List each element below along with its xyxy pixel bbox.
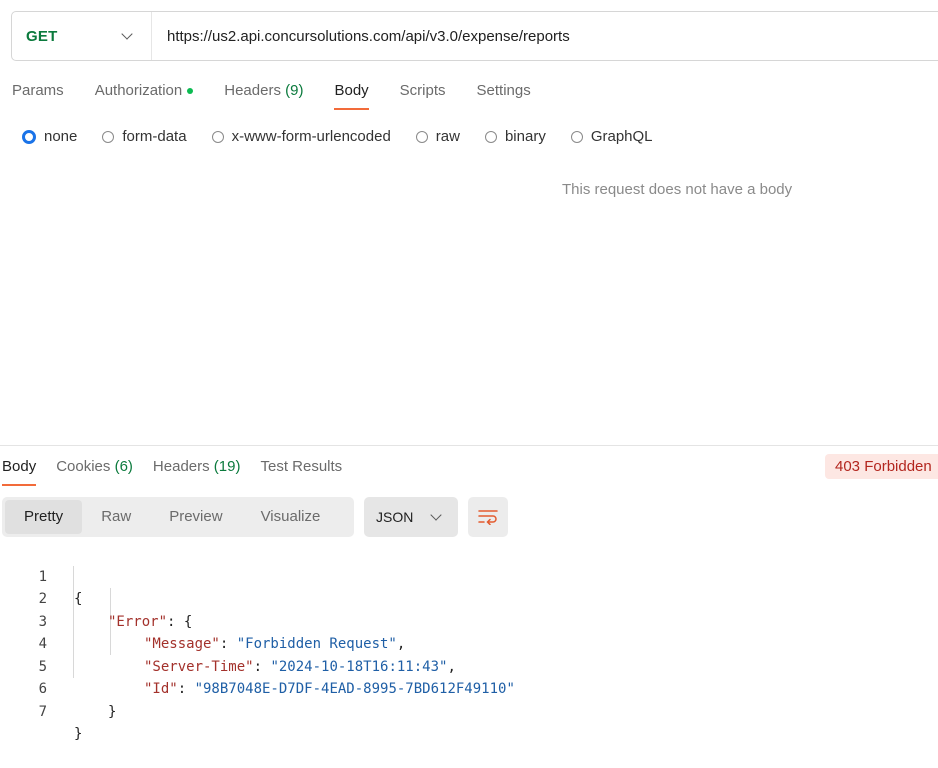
tab-body[interactable]: Body — [334, 82, 369, 110]
json-punct: : { — [167, 613, 193, 630]
code-line: 3 "Message": "Forbidden Request", — [0, 588, 406, 653]
json-punct: : — [219, 636, 237, 652]
option-label: raw — [435, 128, 460, 145]
tab-response-headers[interactable]: Headers (19) — [153, 458, 241, 485]
status-badge[interactable]: 403 Forbidden — [825, 454, 938, 479]
tab-count: (6) — [114, 458, 133, 475]
tab-settings[interactable]: Settings — [477, 82, 531, 109]
tab-label: Settings — [476, 82, 531, 99]
json-punct: , — [447, 658, 456, 675]
code-line: 2 "Error": { — [0, 566, 193, 630]
radio-icon[interactable] — [484, 130, 497, 143]
view-preview-button[interactable]: Preview — [150, 500, 241, 534]
method-select[interactable]: GET — [12, 12, 152, 60]
tab-params[interactable]: Params — [12, 82, 64, 109]
pane-divider[interactable] — [0, 445, 938, 446]
json-punct: : — [253, 658, 271, 675]
tab-label: Headers — [224, 82, 281, 99]
code-line: 4 "Server-Time": "2024-10-18T16:11:43", — [0, 611, 456, 675]
wrap-lines-icon — [478, 510, 498, 525]
url-input[interactable]: https://us2.api.concursolutions.com/api/… — [152, 28, 570, 45]
code-line: 6 } — [0, 656, 117, 720]
code-text: } — [74, 726, 83, 742]
body-type-urlencoded[interactable]: x-www-form-urlencoded — [211, 128, 391, 145]
body-type-options: none form-data x-www-form-urlencoded raw… — [22, 128, 678, 145]
tab-response-body[interactable]: Body — [2, 458, 37, 486]
option-label: x-www-form-urlencoded — [231, 128, 391, 145]
tab-label: Params — [12, 82, 64, 99]
json-value: "Forbidden Request" — [236, 636, 397, 652]
body-type-none[interactable]: none — [22, 128, 77, 145]
body-type-binary[interactable]: binary — [484, 128, 546, 145]
code-text: { — [74, 591, 83, 607]
chevron-down-icon — [121, 28, 133, 40]
request-tabs: Params Authorization Headers (9) Body Sc… — [12, 82, 562, 110]
tab-label: Body — [2, 458, 37, 475]
option-label: none — [44, 128, 78, 145]
method-label: GET — [26, 27, 58, 45]
tab-label: Scripts — [399, 82, 446, 99]
radio-selected-icon[interactable] — [22, 129, 36, 144]
code-text: "Message": "Forbidden Request", — [144, 633, 405, 656]
format-label: JSON — [376, 509, 414, 525]
radio-icon[interactable] — [415, 130, 428, 143]
indent-guide — [73, 566, 74, 678]
tab-label: Authorization — [94, 82, 183, 99]
code-line: 1 { — [0, 543, 83, 608]
view-visualize-button[interactable]: Visualize — [242, 500, 340, 534]
option-label: form-data — [122, 128, 187, 145]
radio-icon[interactable] — [211, 130, 224, 143]
status-dot-icon — [187, 88, 194, 95]
radio-icon[interactable] — [102, 130, 115, 143]
radio-icon[interactable] — [570, 130, 583, 143]
tab-label: Test Results — [260, 458, 343, 475]
json-punct: , — [396, 636, 406, 652]
line-number: 7 — [38, 703, 47, 720]
view-mode-group: Pretty Raw Preview Visualize — [2, 497, 354, 537]
code-text: } — [108, 703, 117, 720]
json-value: "98B7048E-D7DF-4EAD-8995-7BD612F49110" — [194, 681, 515, 697]
body-type-graphql[interactable]: GraphQL — [570, 128, 653, 145]
tab-count: (19) — [213, 458, 241, 475]
json-value: "2024-10-18T16:11:43" — [270, 658, 448, 675]
code-line: 7 } — [0, 678, 83, 743]
tab-label: Headers — [152, 458, 210, 475]
response-code: 1 { 2 "Error": { 3 "Message": "Forbidden… — [0, 543, 515, 743]
code-line: 5 "Id": "98B7048E-D7DF-4EAD-8995-7BD612F… — [0, 633, 515, 698]
view-raw-button[interactable]: Raw — [82, 500, 150, 534]
tab-count: (9) — [285, 82, 304, 99]
response-tabs: Body Cookies (6) Headers (19) Test Resul… — [2, 458, 362, 486]
code-text: "Error": { — [108, 611, 192, 634]
tab-authorization[interactable]: Authorization — [95, 82, 194, 109]
json-key: "Message" — [144, 636, 220, 652]
tab-headers[interactable]: Headers (9) — [224, 82, 303, 109]
url-bar: GET https://us2.api.concursolutions.com/… — [11, 11, 938, 61]
view-pretty-button[interactable]: Pretty — [5, 500, 83, 534]
json-key: "Server-Time" — [144, 658, 254, 675]
tab-cookies[interactable]: Cookies (6) — [56, 458, 133, 485]
code-text: "Id": "98B7048E-D7DF-4EAD-8995-7BD612F49… — [144, 678, 515, 701]
code-text: "Server-Time": "2024-10-18T16:11:43", — [144, 656, 456, 679]
json-punct: : — [177, 681, 195, 697]
tab-test-results[interactable]: Test Results — [260, 458, 342, 485]
wrap-lines-button[interactable] — [468, 497, 508, 537]
tab-label: Cookies — [56, 458, 111, 475]
json-key: "Id" — [144, 681, 178, 697]
json-key: "Error" — [108, 613, 168, 630]
option-label: binary — [504, 128, 546, 145]
chevron-down-icon — [430, 509, 442, 521]
empty-body-message: This request does not have a body — [562, 181, 793, 198]
format-select[interactable]: JSON — [364, 497, 458, 537]
tab-scripts[interactable]: Scripts — [400, 82, 446, 109]
option-label: GraphQL — [590, 128, 653, 145]
body-type-raw[interactable]: raw — [415, 128, 460, 145]
body-type-form-data[interactable]: form-data — [102, 128, 187, 145]
tab-label: Body — [334, 82, 369, 99]
